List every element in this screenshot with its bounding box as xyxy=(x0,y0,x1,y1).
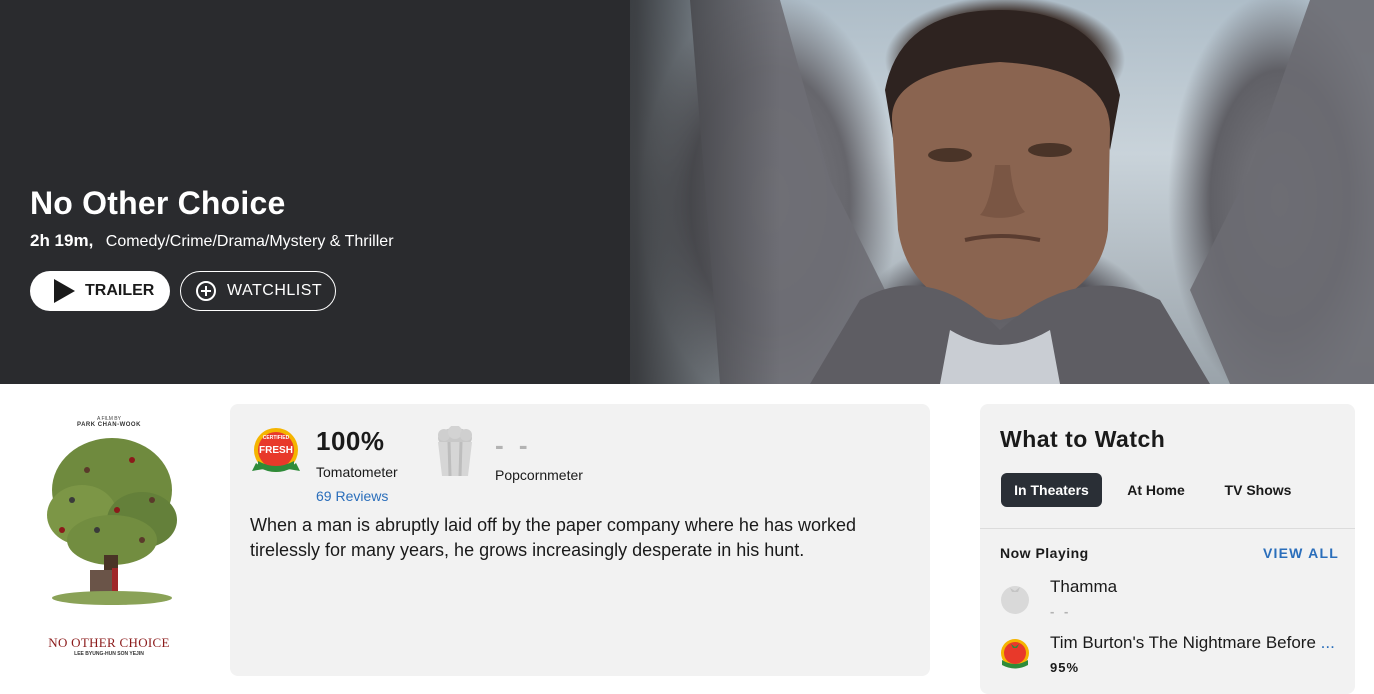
scores-panel: CERTIFIED FRESH 100% Tomatometer 69 Revi… xyxy=(230,404,930,676)
trailer-button[interactable]: TRAILER xyxy=(30,271,170,311)
popcornmeter-score: - - xyxy=(495,430,532,460)
tab-at-home[interactable]: At Home xyxy=(1118,473,1194,507)
poster-tree-illustration xyxy=(47,438,177,605)
svg-text:FRESH: FRESH xyxy=(259,445,293,456)
trailer-label: TRAILER xyxy=(85,282,155,299)
reviews-link[interactable]: 69 Reviews xyxy=(316,488,388,504)
movie-poster[interactable]: A FILM BY PARK CHAN-WOOK NO OTHER CHOICE… xyxy=(24,406,194,668)
movie-title-text: Tim Burton's The Nightmare Before xyxy=(1050,633,1321,652)
movie-title: Tim Burton's The Nightmare Before ... xyxy=(1050,633,1335,653)
svg-text:CERTIFIED: CERTIFIED xyxy=(263,435,290,441)
movie-title: No Other Choice xyxy=(30,185,286,221)
hero-banner: No Other Choice 2h 19m, Comedy/Crime/Dra… xyxy=(0,0,1374,384)
movie-title: Thamma xyxy=(1050,577,1118,596)
truncation-ellipsis: ... xyxy=(1320,633,1335,652)
certified-fresh-icon xyxy=(1001,639,1029,669)
view-all-link[interactable]: VIEW ALL xyxy=(1263,545,1339,561)
poster-title: NO OTHER CHOICE xyxy=(48,635,170,650)
popcorn-icon xyxy=(438,426,472,477)
poster-director: PARK CHAN-WOOK xyxy=(77,422,141,428)
movie-meta: 2h 19m, Comedy/Crime/Drama/Mystery & Thr… xyxy=(30,231,394,251)
synopsis: When a man is abruptly laid off by the p… xyxy=(250,515,857,560)
what-to-watch-panel: What to Watch In Theaters At Home TV Sho… xyxy=(980,404,1355,694)
list-item[interactable]: Tim Burton's The Nightmare Before ... 95… xyxy=(1000,632,1340,678)
play-icon xyxy=(54,279,75,303)
movie-score: - - xyxy=(1050,604,1072,619)
movie-score: 95% xyxy=(1050,660,1080,675)
now-playing-label: Now Playing xyxy=(1000,545,1089,561)
watchlist-button[interactable]: WATCHLIST xyxy=(180,271,336,311)
runtime: 2h 19m, xyxy=(30,231,94,250)
certified-fresh-icon: CERTIFIED FRESH xyxy=(252,428,300,472)
genres: Comedy/Crime/Drama/Mystery & Thriller xyxy=(105,233,394,250)
list-item[interactable]: Thamma - - xyxy=(1000,576,1340,622)
popcornmeter-label: Popcornmeter xyxy=(495,467,583,483)
plus-circle-icon xyxy=(196,281,216,301)
tomatometer-score: 100% xyxy=(316,426,385,456)
poster-cast: LEE BYUNG-HUN SON YEJIN xyxy=(74,651,144,657)
tab-tv-shows[interactable]: TV Shows xyxy=(1216,473,1300,507)
what-to-watch-title: What to Watch xyxy=(1000,426,1166,452)
empty-tomato-icon xyxy=(1001,586,1029,614)
watchlist-label: WATCHLIST xyxy=(227,282,323,299)
tomatometer-label: Tomatometer xyxy=(316,464,398,480)
tab-in-theaters[interactable]: In Theaters xyxy=(1001,473,1102,507)
divider xyxy=(980,528,1355,529)
